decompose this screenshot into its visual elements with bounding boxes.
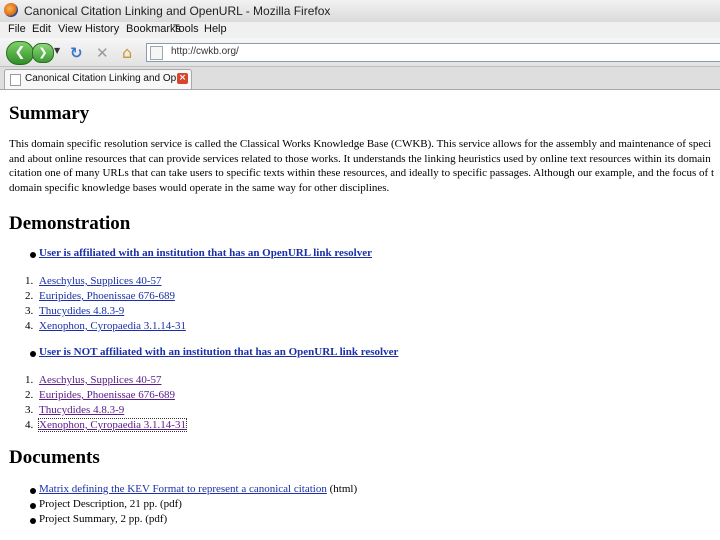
tab-active[interactable]: Canonical Citation Linking and Op... × [4, 69, 192, 89]
tab-favicon-icon [10, 74, 21, 86]
summary-paragraph: This domain specific resolution service … [9, 137, 720, 195]
menu-bar: File Edit View History Bookmarks Tools H… [0, 22, 720, 38]
not-affiliated-item-link[interactable]: Euripides, Phoenissae 676-689 [39, 389, 175, 401]
forward-button[interactable]: ❯ [32, 43, 54, 63]
affiliated-item-link[interactable]: Xenophon, Cyropaedia 3.1.14-31 [39, 320, 186, 332]
bullet [30, 252, 36, 258]
not-affiliated-link[interactable]: User is NOT affiliated with an instituti… [39, 346, 398, 358]
summary-line: and about online resources that can prov… [9, 152, 711, 165]
project-description-item: Project Description, 21 pp. (pdf) [39, 498, 182, 510]
menu-help[interactable]: Help [204, 23, 227, 35]
page-content: Summary This domain specific resolution … [0, 90, 720, 540]
page-favicon-icon [150, 46, 163, 60]
summary-line: This domain specific resolution service … [9, 138, 712, 150]
bullet [30, 518, 36, 524]
affiliated-item-link[interactable]: Thucydides 4.8.3-9 [39, 305, 124, 317]
summary-heading: Summary [9, 103, 90, 124]
window-title: Canonical Citation Linking and OpenURL -… [24, 4, 331, 18]
affiliated-item-link[interactable]: Aeschylus, Supplices 40-57 [39, 275, 162, 287]
affiliated-link[interactable]: User is affiliated with an institution t… [39, 247, 372, 259]
menu-history[interactable]: History [85, 23, 119, 35]
bullet [30, 503, 36, 509]
tab-strip: Canonical Citation Linking and Op... × [0, 67, 720, 90]
stop-icon[interactable]: ✕ [96, 44, 109, 62]
window-titlebar: Canonical Citation Linking and OpenURL -… [0, 0, 720, 23]
bullet [30, 488, 36, 494]
close-tab-icon[interactable]: × [177, 73, 188, 84]
history-dropdown-icon[interactable]: ▼ [54, 46, 60, 55]
menu-tools[interactable]: Tools [173, 23, 199, 35]
menu-edit[interactable]: Edit [32, 23, 51, 35]
not-affiliated-item-link[interactable]: Thucydides 4.8.3-9 [39, 404, 124, 416]
url-bar[interactable]: http://cwkb.org/ [146, 43, 720, 62]
summary-line: domain specific knowledge bases would op… [9, 181, 390, 194]
affiliated-item-link[interactable]: Euripides, Phoenissae 676-689 [39, 290, 175, 302]
doc-format-label: (html) [326, 483, 358, 495]
not-affiliated-item-link[interactable]: Xenophon, Cyropaedia 3.1.14-31 [38, 418, 187, 432]
url-text: http://cwkb.org/ [171, 46, 239, 57]
tab-label: Canonical Citation Linking and Op... [25, 73, 185, 84]
navigation-toolbar: ❮ ❯ ▼ ↻ ✕ ⌂ http://cwkb.org/ [0, 38, 720, 67]
home-icon[interactable]: ⌂ [122, 43, 132, 62]
not-affiliated-item-link[interactable]: Aeschylus, Supplices 40-57 [39, 374, 162, 386]
back-button[interactable]: ❮ [6, 41, 34, 65]
project-summary-item: Project Summary, 2 pp. (pdf) [39, 513, 168, 525]
kev-format-link[interactable]: Matrix defining the KEV Format to repres… [39, 483, 327, 495]
bullet [30, 351, 36, 357]
documents-heading: Documents [9, 447, 100, 468]
summary-line: citation one of many URLs that can take … [9, 167, 715, 179]
reload-icon[interactable]: ↻ [70, 44, 83, 62]
firefox-logo-icon [4, 3, 18, 17]
menu-view[interactable]: View [58, 23, 82, 35]
menu-file[interactable]: File [8, 23, 26, 35]
demonstration-heading: Demonstration [9, 213, 131, 234]
